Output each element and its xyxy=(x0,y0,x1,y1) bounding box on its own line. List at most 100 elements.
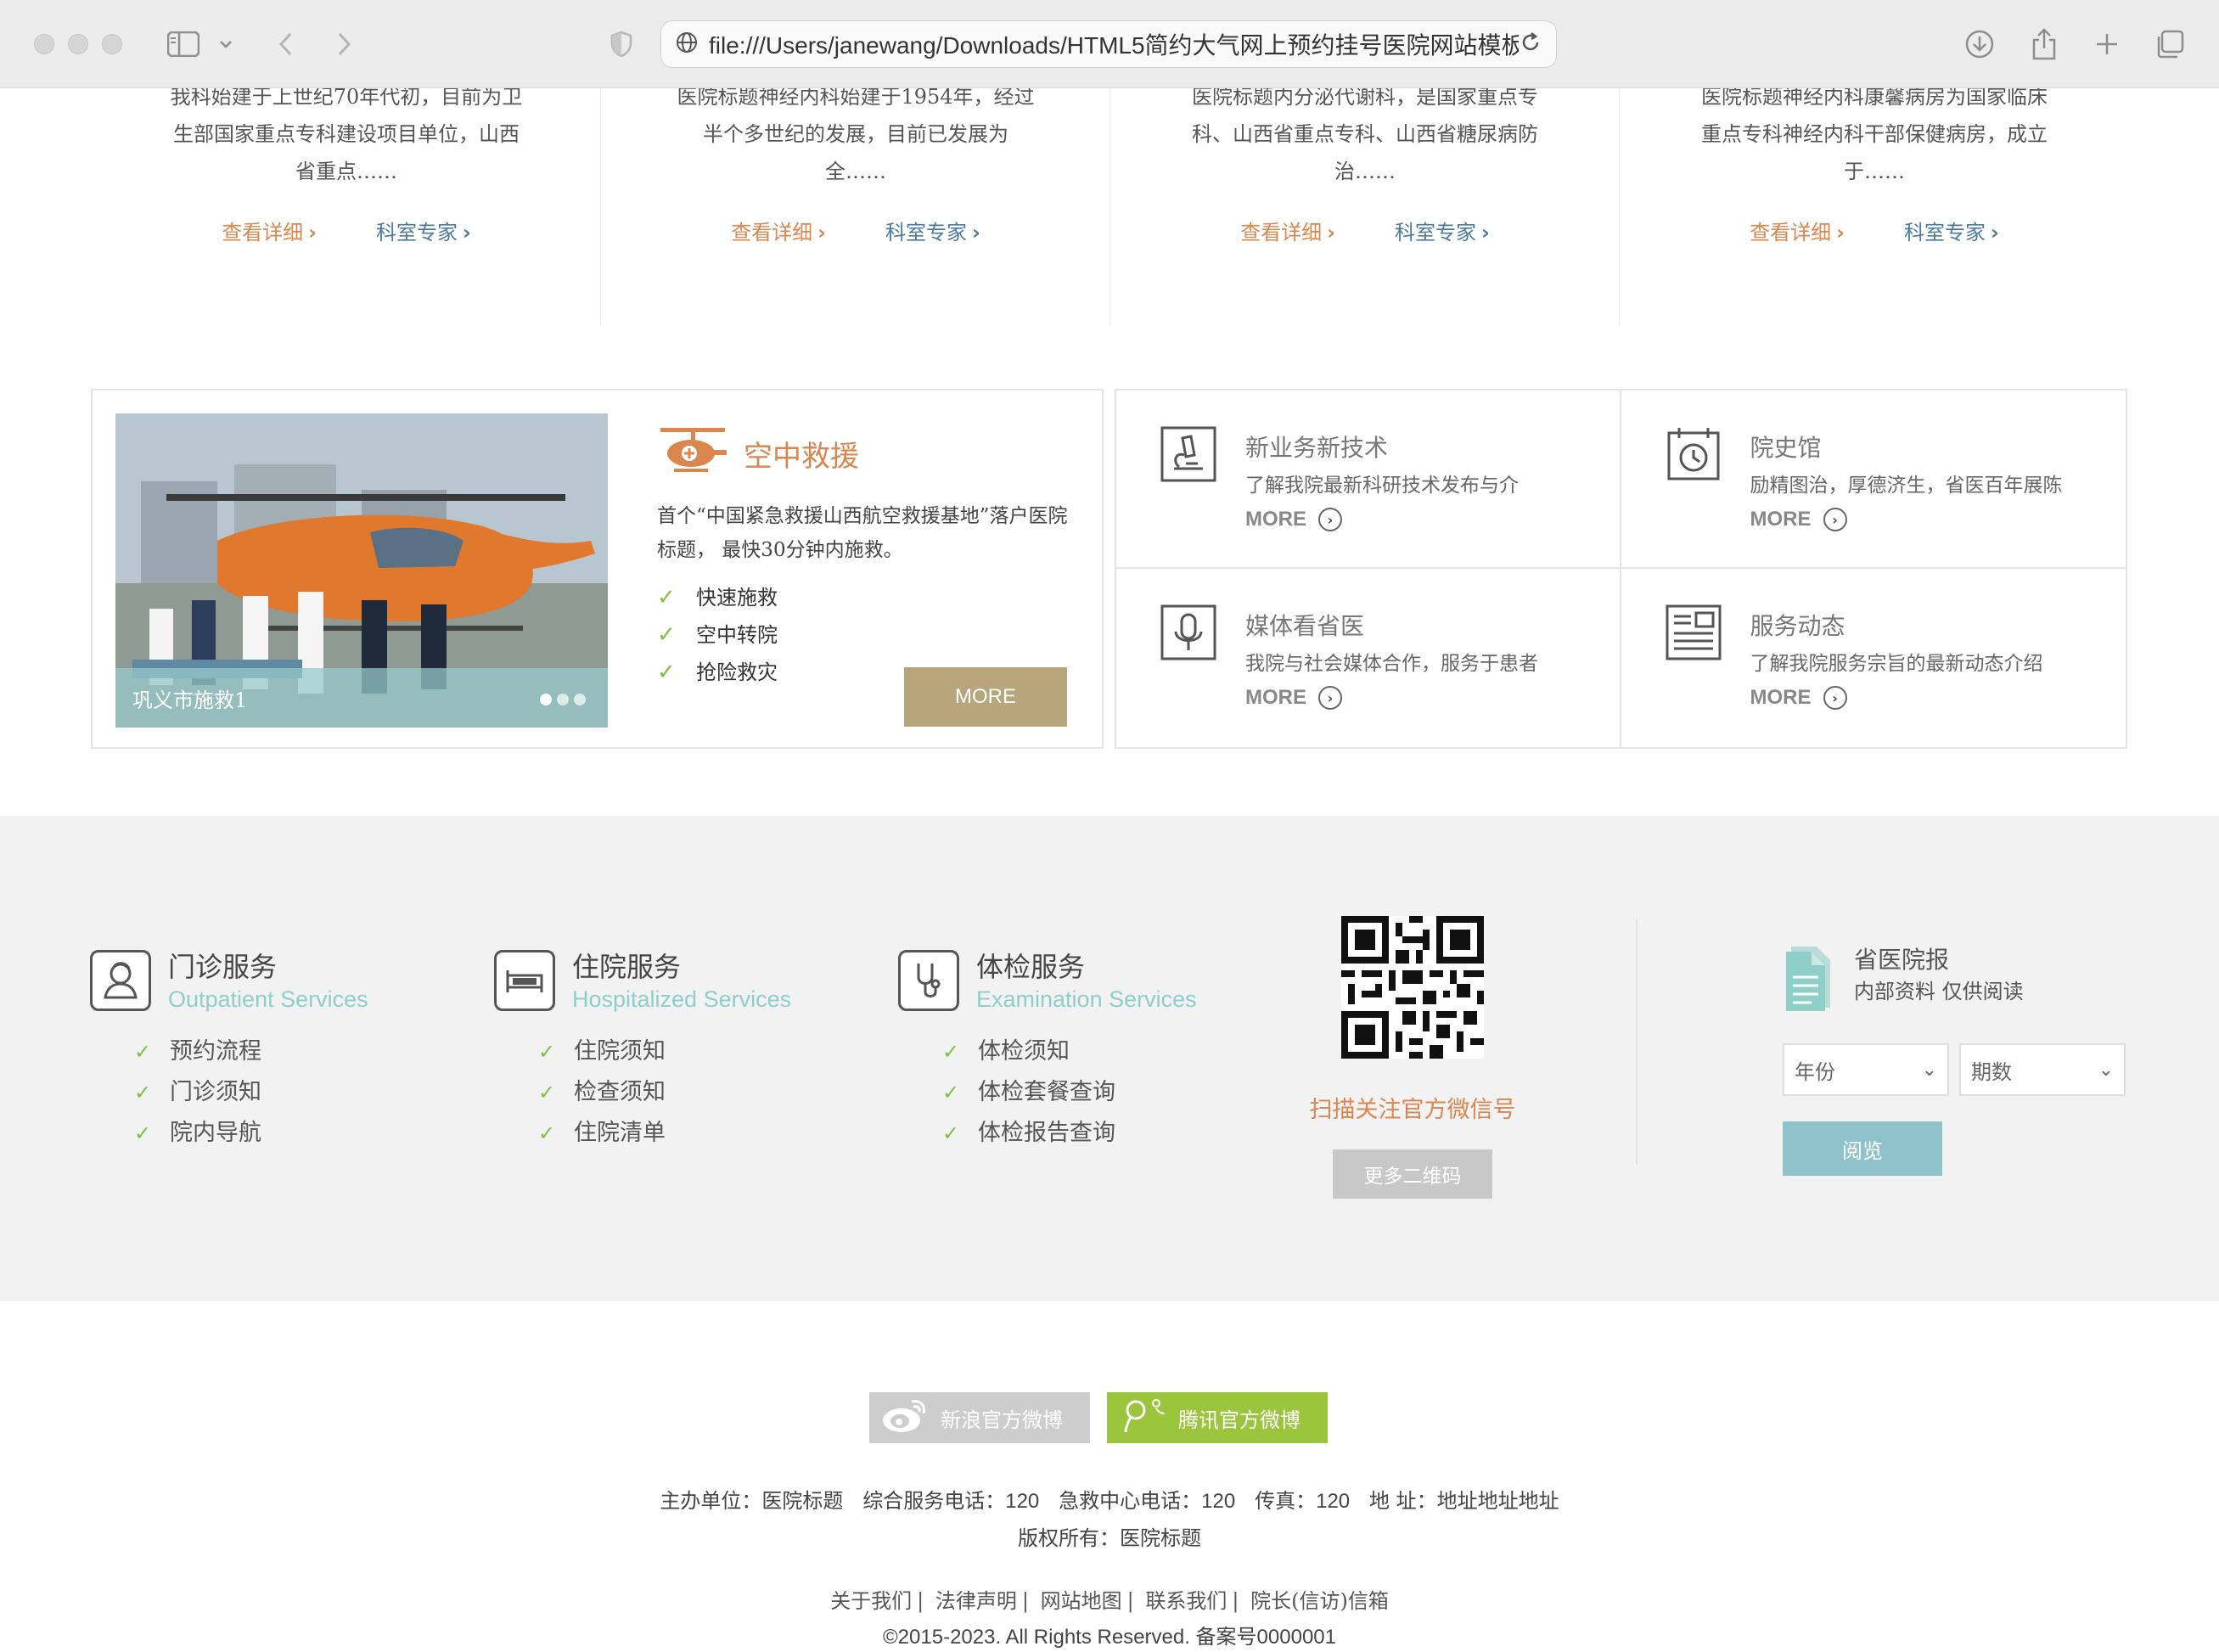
feature-new-technology[interactable]: 新业务新技术 了解我院最新科研技术发布与介 MORE › xyxy=(1116,391,1621,569)
service-link[interactable]: ✓ 体检报告查询 xyxy=(942,1113,1197,1154)
services-section: 门诊服务 Outpatient Services ✓ 预约流程 ✓ 门诊须知 ✓ 院内… xyxy=(0,816,2219,1301)
sidebar-toggle-icon[interactable] xyxy=(163,22,204,66)
view-detail-link[interactable]: 查看详细 › xyxy=(222,216,317,245)
service-link[interactable]: ✓ 院内导航 xyxy=(134,1113,368,1154)
view-detail-link[interactable]: 查看详细 › xyxy=(731,216,826,245)
reload-icon[interactable] xyxy=(1519,31,1542,58)
footer-link-sitemap[interactable]: 网站地图 xyxy=(1041,1589,1122,1613)
outpatient-services: 门诊服务 Outpatient Services ✓ 预约流程 ✓ 门诊须知 ✓ 院内… xyxy=(90,950,368,1154)
weibo-icon xyxy=(881,1396,929,1439)
check-icon: ✓ xyxy=(538,1040,556,1064)
tencent-weibo-button[interactable]: 腾讯官方微博 xyxy=(1107,1392,1328,1443)
newspaper-subtitle: 内部资料 仅供阅读 xyxy=(1854,980,2024,1003)
feature-more-link[interactable]: MORE › xyxy=(1245,686,1342,710)
feature-title: 服务动态 xyxy=(1750,612,1845,640)
download-icon[interactable] xyxy=(1961,22,1998,66)
check-icon: ✓ xyxy=(657,622,676,648)
department-experts-link[interactable]: 科室专家 › xyxy=(376,216,471,245)
feature-media[interactable]: 媒体看省医 我院与社会媒体合作，服务于患者 MORE › xyxy=(1116,569,1621,747)
footer-link-contact[interactable]: 联系我们 xyxy=(1145,1589,1227,1613)
view-detail-link[interactable]: 查看详细 › xyxy=(1750,216,1845,245)
department-card: 医院标题神经内科始建于1954年，经过 半个多世纪的发展，目前已发展为 全…… 查看… xyxy=(601,88,1110,326)
sina-weibo-button[interactable]: 新浪官方微博 xyxy=(869,1392,1090,1443)
minimize-window-button[interactable] xyxy=(68,34,88,54)
zoom-window-button[interactable] xyxy=(102,34,122,54)
footer-link-about[interactable]: 关于我们 xyxy=(830,1589,912,1613)
department-experts-link[interactable]: 科室专家 › xyxy=(1395,216,1490,245)
service-link[interactable]: ✓ 门诊须知 xyxy=(134,1072,368,1113)
rescue-title: 空中救援 xyxy=(657,424,859,483)
feature-more-link[interactable]: MORE › xyxy=(1750,686,1847,710)
tencent-weibo-icon xyxy=(1119,1396,1166,1439)
feature-more-link[interactable]: MORE › xyxy=(1245,508,1342,531)
chevron-right-icon: › xyxy=(1327,221,1335,244)
url-text[interactable]: file:///Users/janewang/Downloads/HTML5简约… xyxy=(709,27,1519,61)
department-card: 医院标题神经内科康馨病房为国家临床 重点专科神经内科干部保健病房，成立 于…… 查看… xyxy=(1620,88,2129,326)
check-icon: ✓ xyxy=(538,1121,556,1145)
footer-link-legal[interactable]: 法律声明 xyxy=(935,1589,1017,1613)
address-bar[interactable]: file:///Users/janewang/Downloads/HTML5简约… xyxy=(660,20,1557,68)
privacy-shield-icon[interactable] xyxy=(604,22,638,66)
back-icon[interactable] xyxy=(270,22,301,66)
service-title: 住院服务 xyxy=(572,951,682,983)
service-link[interactable]: ✓ 体检套餐查询 xyxy=(942,1072,1197,1113)
list-item: ✓ 抢险救灾 xyxy=(657,654,778,691)
wechat-qr-block: 扫描关注官方微信号 更多二维码 xyxy=(1299,916,1526,1199)
feature-service-news[interactable]: 服务动态 了解我院服务宗旨的最新动态介绍 MORE › xyxy=(1621,569,2126,747)
chevron-down-icon: ⌄ xyxy=(1921,1059,1937,1081)
service-title: 门诊服务 xyxy=(168,951,278,983)
feature-description: 励精图治，厚德济生，省医百年展陈 xyxy=(1750,475,2063,497)
service-link[interactable]: ✓ 住院须知 xyxy=(538,1031,791,1072)
qr-code xyxy=(1341,916,1484,1059)
arrow-circle-icon: › xyxy=(1318,508,1342,531)
rescue-more-button[interactable]: MORE xyxy=(904,667,1067,727)
slide-dot[interactable] xyxy=(557,694,569,705)
rescue-list: ✓ 快速施救 ✓ 空中转院 ✓ 抢险救灾 xyxy=(657,579,778,691)
more-qr-codes-button[interactable]: 更多二维码 xyxy=(1333,1149,1492,1199)
helicopter-icon xyxy=(657,424,728,483)
slide-dot[interactable] xyxy=(574,694,586,705)
service-link[interactable]: ✓ 预约流程 xyxy=(134,1031,368,1072)
year-select[interactable]: 年份 ⌄ xyxy=(1783,1043,1949,1096)
feature-title: 院史馆 xyxy=(1750,434,1822,462)
service-title: 体检服务 xyxy=(976,951,1086,983)
newspaper-icon xyxy=(1666,604,1722,660)
service-link[interactable]: ✓ 检查须知 xyxy=(538,1072,791,1113)
sina-weibo-label: 新浪官方微博 xyxy=(941,1408,1063,1432)
new-tab-icon[interactable] xyxy=(2088,22,2126,66)
chevron-down-icon[interactable] xyxy=(216,22,236,66)
slide-dot[interactable] xyxy=(540,694,552,705)
chevron-right-icon: › xyxy=(817,221,826,244)
chevron-right-icon: › xyxy=(972,221,980,244)
chevron-right-icon: › xyxy=(463,221,471,244)
footer-link-mailbox[interactable]: 院长(信访)信箱 xyxy=(1250,1589,1389,1613)
stethoscope-icon xyxy=(898,950,959,1011)
history-clock-icon xyxy=(1666,426,1722,482)
read-newspaper-button[interactable]: 阅览 xyxy=(1783,1121,1942,1176)
rescue-slideshow[interactable]: 巩义市施救1 xyxy=(115,413,608,728)
view-detail-link[interactable]: 查看详细 › xyxy=(1240,216,1335,245)
tab-overview-icon[interactable] xyxy=(2151,22,2188,66)
chevron-right-icon: › xyxy=(308,221,317,244)
department-card: 我科始建于上世纪70年代初，目前为卫 生部国家重点专科建设项目单位，山西 省重点……… xyxy=(92,88,601,326)
department-experts-link[interactable]: 科室专家 › xyxy=(1904,216,1999,245)
feature-more-link[interactable]: MORE › xyxy=(1750,508,1847,531)
department-description: 医院标题内分泌代谢科，是国家重点专 科、山西省重点专科、山西省糖尿病防 治…… xyxy=(1192,88,1538,183)
footer-contact-line: 主办单位：医院标题 综合服务电话：120 急救中心电话：120 传真：120 地… xyxy=(660,1489,1559,1513)
feature-history-museum[interactable]: 院史馆 励精图治，厚德济生，省医百年展陈 MORE › xyxy=(1621,391,2126,569)
service-link[interactable]: ✓ 体检须知 xyxy=(942,1031,1197,1072)
service-link[interactable]: ✓ 住院清单 xyxy=(538,1113,791,1154)
department-experts-link[interactable]: 科室专家 › xyxy=(885,216,980,245)
check-icon: ✓ xyxy=(942,1081,960,1104)
close-window-button[interactable] xyxy=(34,34,54,54)
department-description: 医院标题神经内科始建于1954年，经过 半个多世纪的发展，目前已发展为 全…… xyxy=(677,88,1035,183)
share-icon[interactable] xyxy=(2025,22,2063,66)
chevron-right-icon: › xyxy=(1836,221,1845,244)
forward-icon[interactable] xyxy=(329,22,360,66)
newspaper-title: 省医院报 xyxy=(1854,946,1950,974)
service-subtitle: Examination Services xyxy=(976,986,1197,1012)
department-description: 医院标题神经内科康馨病房为国家临床 重点专科神经内科干部保健病房，成立 于…… xyxy=(1701,88,2048,183)
feature-description: 我院与社会媒体合作，服务于患者 xyxy=(1245,653,1538,675)
chevron-down-icon: ⌄ xyxy=(2098,1059,2114,1081)
issue-select[interactable]: 期数 ⌄ xyxy=(1959,1043,2126,1096)
